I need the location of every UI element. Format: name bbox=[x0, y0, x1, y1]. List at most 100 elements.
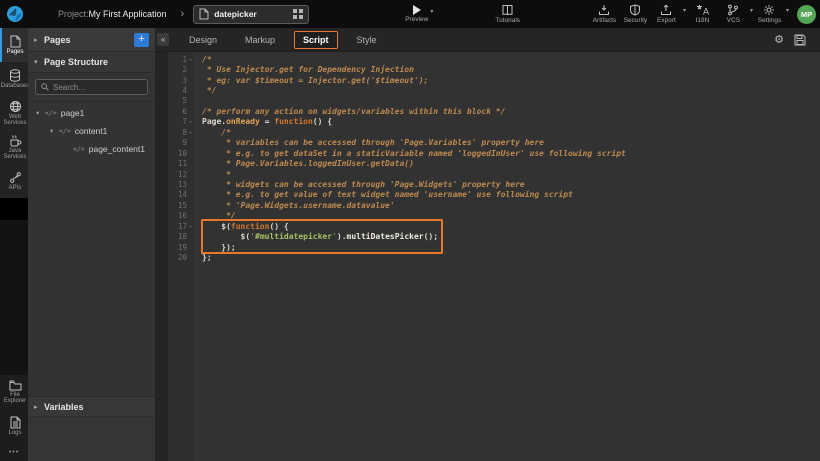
panel-collapse-button[interactable]: « bbox=[157, 33, 169, 46]
code-line-18[interactable]: $('#multidatepicker').multiDatesPicker()… bbox=[202, 231, 820, 241]
variables-header[interactable]: ▸ Variables bbox=[28, 396, 155, 416]
wavemaker-logo-icon[interactable] bbox=[0, 0, 30, 28]
artifacts-icon bbox=[598, 4, 610, 16]
tree-expander-icon[interactable]: ▾ bbox=[36, 109, 45, 117]
gutter-line-7[interactable]: 7 - bbox=[168, 117, 194, 127]
tree-item-page1[interactable]: ▾ </> page1 bbox=[28, 104, 155, 122]
code-line-5[interactable] bbox=[202, 96, 820, 106]
tree-expander-icon[interactable]: ▾ bbox=[50, 127, 59, 135]
code-line-3[interactable]: * eg: var $timeout = Injector.get('$time… bbox=[202, 75, 820, 85]
tab-style[interactable]: Style bbox=[348, 31, 386, 49]
settings-caret-icon[interactable]: ▾ bbox=[786, 7, 789, 14]
sidebar-item-apis[interactable]: APIs bbox=[0, 164, 28, 198]
code-line-19[interactable]: }); bbox=[202, 242, 820, 252]
vcs-label: VCS bbox=[727, 17, 740, 24]
settings-icon bbox=[763, 4, 775, 16]
line-number: 4 bbox=[182, 86, 187, 95]
gutter-line-15: 15 bbox=[168, 200, 194, 210]
code-line-13[interactable]: * widgets can be accessed through 'Page.… bbox=[202, 179, 820, 189]
gutter-line-1[interactable]: 1 - bbox=[168, 54, 194, 64]
line-number: 17 bbox=[178, 222, 187, 231]
code-line-6[interactable]: /* perform any action on widgets/variabl… bbox=[202, 106, 820, 116]
search-box[interactable] bbox=[35, 79, 148, 95]
page-structure-header[interactable]: ▾ Page Structure bbox=[28, 52, 155, 73]
breadcrumb-chevron-icon: › bbox=[181, 8, 185, 20]
code-line-7[interactable]: Page.onReady = function() { bbox=[202, 117, 820, 127]
export-caret-icon[interactable]: ▾ bbox=[683, 7, 686, 14]
active-page-tab[interactable]: datepicker bbox=[193, 5, 309, 24]
sidebar-item-databases[interactable]: Databases bbox=[0, 62, 28, 96]
gutter-line-13: 13 bbox=[168, 179, 194, 189]
line-number: 12 bbox=[178, 170, 187, 179]
code-line-9[interactable]: * variables can be accessed through 'Pag… bbox=[202, 138, 820, 148]
code-line-12[interactable]: * bbox=[202, 169, 820, 179]
code-line-15[interactable]: * 'Page.Widgets.username.datavalue' bbox=[202, 200, 820, 210]
editor-code[interactable]: /* * Use Injector.get for Dependency Inj… bbox=[194, 52, 820, 461]
gutter-line-4: 4 bbox=[168, 85, 194, 95]
line-number: 16 bbox=[178, 211, 187, 220]
save-icon[interactable] bbox=[794, 34, 806, 46]
line-number: 9 bbox=[182, 138, 187, 147]
project-label: Project: bbox=[58, 9, 89, 19]
gutter-line-20: 20 bbox=[168, 252, 194, 262]
code-line-14[interactable]: * e.g. to get value of text widget named… bbox=[202, 190, 820, 200]
preview-button[interactable]: Preview bbox=[405, 5, 428, 23]
tree-item-page_content1[interactable]: </> page_content1 bbox=[28, 140, 155, 158]
sidebar-label-databases: Databases bbox=[1, 83, 30, 90]
code-line-11[interactable]: * Page.Variables.loggedInUser.getData() bbox=[202, 158, 820, 168]
preview-caret-icon[interactable]: ▾ bbox=[430, 8, 433, 15]
user-avatar[interactable]: MP bbox=[797, 5, 816, 24]
variables-collapse-icon[interactable]: ▸ bbox=[34, 403, 44, 411]
fold-toggle-icon[interactable]: - bbox=[187, 128, 194, 137]
book-icon bbox=[501, 4, 514, 16]
editor-gutter: 1 -2 3 4 5 6 7 -8 -9 10 11 12 13 14 15 1… bbox=[168, 52, 194, 461]
search-input[interactable] bbox=[53, 83, 142, 92]
settings-button[interactable]: Settings bbox=[755, 4, 784, 24]
tab-script[interactable]: Script bbox=[294, 31, 338, 49]
gutter-line-9: 9 bbox=[168, 138, 194, 148]
export-button[interactable]: Export bbox=[652, 4, 681, 24]
tab-markup[interactable]: Markup bbox=[236, 31, 284, 49]
sidebar-item-logs[interactable]: Logs bbox=[0, 409, 28, 443]
tutorials-button[interactable]: Tutorials bbox=[495, 4, 520, 24]
i18n-button[interactable]: A I18N bbox=[688, 4, 717, 24]
script-editor[interactable]: 1 -2 3 4 5 6 7 -8 -9 10 11 12 13 14 15 1… bbox=[168, 52, 820, 461]
vcs-caret-icon[interactable]: ▾ bbox=[750, 7, 753, 14]
editor-settings-icon[interactable]: ⚙ bbox=[774, 33, 784, 46]
code-line-4[interactable]: */ bbox=[202, 85, 820, 95]
code-line-2[interactable]: * Use Injector.get for Dependency Inject… bbox=[202, 64, 820, 74]
fold-toggle-icon[interactable]: - bbox=[187, 55, 194, 64]
more-options-icon[interactable]: ••• bbox=[0, 443, 28, 461]
code-line-20[interactable]: }; bbox=[202, 252, 820, 262]
page-icon bbox=[199, 8, 209, 20]
code-line-8[interactable]: /* bbox=[202, 127, 820, 137]
panel-editor-divider bbox=[155, 52, 168, 461]
security-button[interactable]: Security bbox=[621, 4, 650, 24]
fold-toggle-icon[interactable]: - bbox=[187, 222, 194, 231]
grid-icon[interactable] bbox=[293, 9, 303, 19]
vcs-button[interactable]: VCS bbox=[719, 4, 748, 24]
tree-item-content1[interactable]: ▾ </> content1 bbox=[28, 122, 155, 140]
code-line-17[interactable]: $(function() { bbox=[202, 221, 820, 231]
code-line-16[interactable]: */ bbox=[202, 211, 820, 221]
sidebar-item-pages[interactable]: Pages bbox=[0, 28, 28, 62]
code-line-10[interactable]: * e.g. to get dataSet in a staticVariabl… bbox=[202, 148, 820, 158]
left-rail: Pages Databases WebServices JavaServices… bbox=[0, 28, 28, 461]
structure-expand-icon[interactable]: ▾ bbox=[34, 58, 44, 66]
panel-bottom-spacer bbox=[28, 416, 155, 461]
sidebar-item-file-explorer[interactable]: FileExplorer bbox=[0, 375, 28, 409]
tab-design[interactable]: Design bbox=[180, 31, 226, 49]
gutter-line-18: 18 bbox=[168, 231, 194, 241]
add-page-button[interactable]: + bbox=[134, 33, 149, 47]
gutter-line-17[interactable]: 17 - bbox=[168, 221, 194, 231]
pages-panel-header[interactable]: ▸ Pages + bbox=[28, 28, 155, 52]
gutter-line-8[interactable]: 8 - bbox=[168, 127, 194, 137]
sidebar-item-web-services[interactable]: WebServices bbox=[0, 96, 28, 130]
gutter-line-10: 10 bbox=[168, 148, 194, 158]
fold-toggle-icon[interactable]: - bbox=[187, 117, 194, 126]
gutter-line-11: 11 bbox=[168, 158, 194, 168]
artifacts-button[interactable]: Artifacts bbox=[590, 4, 619, 24]
pages-collapse-icon[interactable]: ▸ bbox=[34, 36, 44, 44]
code-line-1[interactable]: /* bbox=[202, 54, 820, 64]
sidebar-item-java-services[interactable]: JavaServices bbox=[0, 130, 28, 164]
